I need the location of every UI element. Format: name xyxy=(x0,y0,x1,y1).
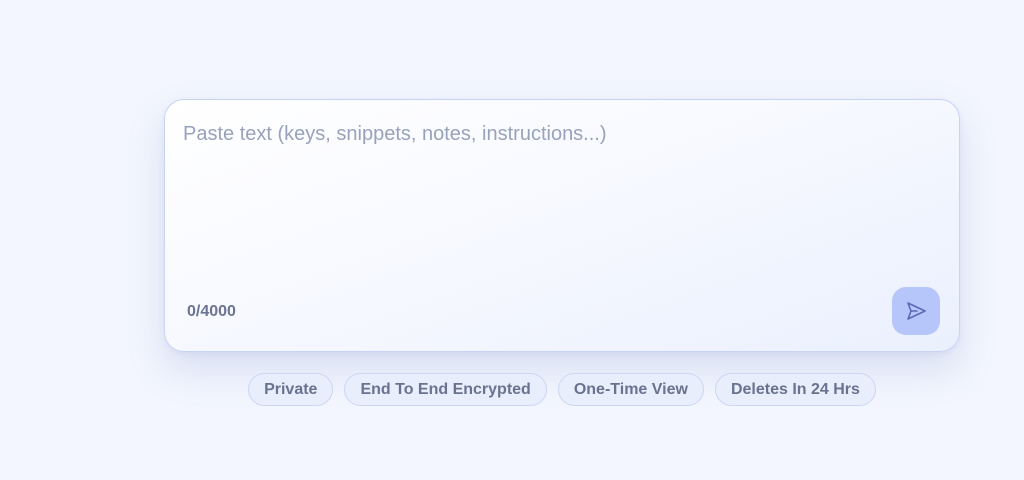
send-icon xyxy=(904,299,928,323)
paste-text-input[interactable] xyxy=(183,120,923,270)
character-counter: 0/4000 xyxy=(187,303,236,320)
tag-deletes-in-24-hrs: Deletes In 24 Hrs xyxy=(714,373,876,406)
tag-end-to-end-encrypted: End To End Encrypted xyxy=(344,373,547,406)
feature-tags: Private End To End Encrypted One-Time Vi… xyxy=(0,373,1024,406)
page: 0/4000 Private End To End Encrypted One-… xyxy=(0,0,1024,480)
tag-private: Private xyxy=(248,373,334,406)
paste-composer: 0/4000 xyxy=(164,99,960,352)
tag-one-time-view: One-Time View xyxy=(557,373,704,406)
send-button[interactable] xyxy=(892,287,940,335)
